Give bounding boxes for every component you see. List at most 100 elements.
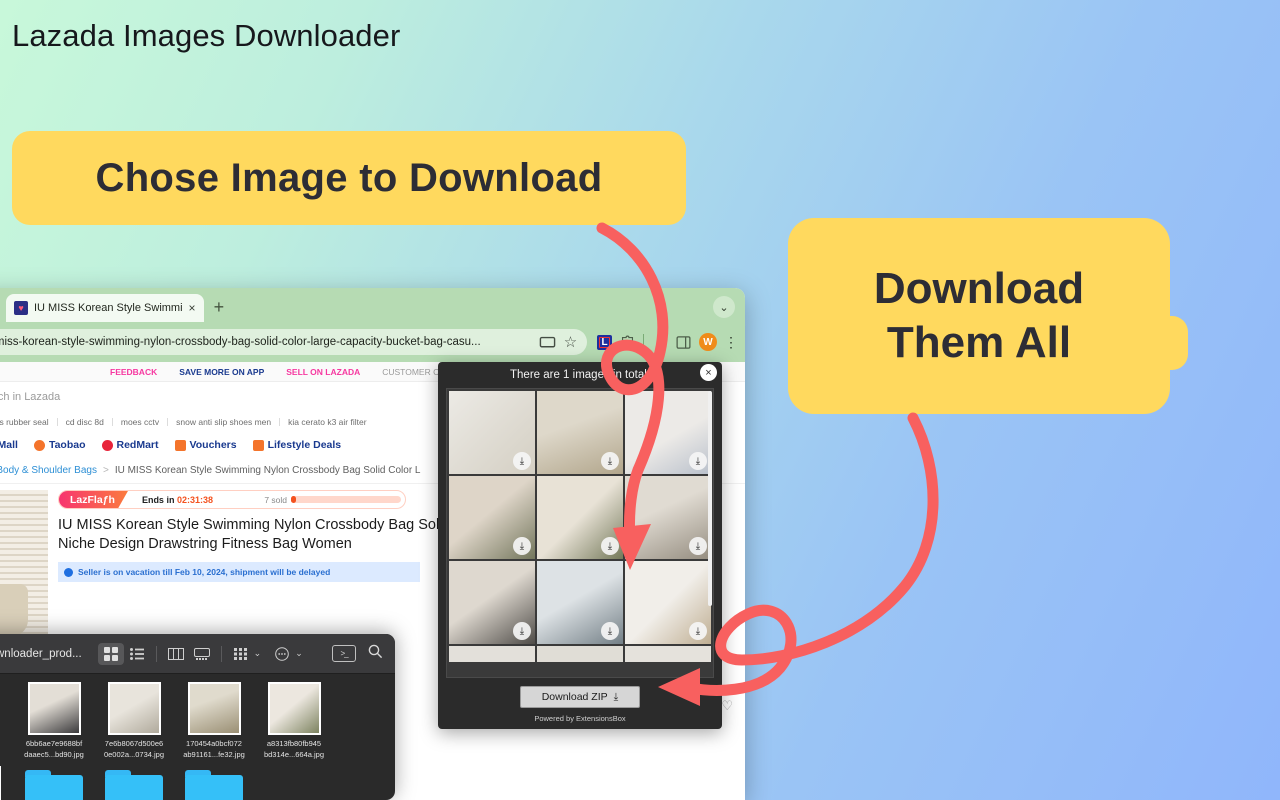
- bookmark-star-icon[interactable]: ☆: [562, 334, 579, 351]
- breadcrumb-separator: >: [102, 465, 109, 476]
- sold-count: 7 sold: [264, 494, 287, 505]
- suggestion-item[interactable]: nos rubber seal: [0, 418, 58, 427]
- file-name-line1: 7e6b8067d500e6: [104, 739, 164, 748]
- tab-close-icon[interactable]: ×: [189, 301, 196, 315]
- finder-file-item[interactable]: 170454a0bcf072 ab91161...fe32.jpg: [174, 682, 254, 760]
- finder-file-item[interactable]: 6bb6ae7e9688bf daaec5...bd90.jpg: [14, 682, 94, 760]
- topnav-save-more-on-app[interactable]: SAVE MORE ON APP: [179, 367, 264, 377]
- countdown-label: Ends in: [141, 494, 175, 505]
- group-by-chevron-icon[interactable]: ⌄: [254, 648, 262, 659]
- suggestion-item[interactable]: snow anti slip shoes men: [168, 418, 281, 427]
- redmart-icon: [101, 439, 113, 451]
- thumb-download-icon[interactable]: ⤓: [601, 452, 619, 470]
- search-icon[interactable]: [368, 644, 383, 664]
- thumb-download-icon[interactable]: ⤓: [689, 622, 707, 640]
- popup-image-cell[interactable]: [537, 646, 623, 662]
- popup-image-cell[interactable]: ⤓: [537, 561, 623, 644]
- file-name-line1: a8313fb80fb945: [266, 739, 322, 748]
- popup-image-grid: ⤓ ⤓ ⤓ ⤓ ⤓ ⤓ ⤓ ⤓ ⤓: [447, 389, 713, 664]
- finder-file-item[interactable]: [0, 766, 14, 800]
- puzzle-icon[interactable]: [619, 334, 636, 351]
- lazada-downloader-extension-icon[interactable]: L: [597, 334, 612, 350]
- thumb-download-icon[interactable]: ⤓: [513, 622, 531, 640]
- browser-tab-title: IU MISS Korean Style Swimmi: [34, 302, 183, 314]
- download-icon[interactable]: ⤓: [651, 334, 668, 351]
- finder-icon-view-button[interactable]: [97, 642, 124, 665]
- finder-file-item[interactable]: cbf pg: [0, 682, 14, 760]
- popup-image-cell[interactable]: ⤓: [449, 476, 535, 559]
- thumb-download-icon[interactable]: ⤓: [689, 452, 707, 470]
- folder-icon: [25, 766, 83, 800]
- profile-avatar[interactable]: W: [699, 333, 717, 351]
- heart-icon[interactable]: ♡: [721, 698, 733, 714]
- finder-folder-item[interactable]: [94, 766, 174, 800]
- download-zip-button[interactable]: Download ZIP ⤓: [520, 686, 640, 708]
- sold-progress-bar: [291, 496, 401, 503]
- popup-image-cell[interactable]: ⤓: [625, 476, 711, 559]
- finder-list-view-button[interactable]: [124, 643, 150, 665]
- callout-chose-image-text: Chose Image to Download: [95, 155, 603, 200]
- finder-group-by-button[interactable]: [228, 643, 254, 665]
- finder-column-view-button[interactable]: [163, 643, 189, 665]
- suggestion-item[interactable]: cd disc 8d: [58, 418, 113, 427]
- new-tab-button[interactable]: +: [214, 297, 225, 318]
- topnav-sell-on-lazada[interactable]: SELL ON LAZADA: [286, 367, 360, 377]
- file-thumbnail: [107, 682, 161, 735]
- product-main-image[interactable]: [0, 490, 48, 640]
- browser-menu-icon[interactable]: ⋮: [724, 334, 738, 351]
- cast-icon[interactable]: [539, 334, 556, 351]
- finder-file-item[interactable]: a8313fb80fb945 bd314e...664a.jpg: [254, 682, 334, 760]
- address-bar[interactable]: ts/iu-miss-korean-style-swimming-nylon-c…: [0, 329, 587, 355]
- quick-link-lazmall[interactable]: LazMall: [0, 439, 18, 451]
- folder-icon: [105, 766, 163, 800]
- address-bar-url: ts/iu-miss-korean-style-swimming-nylon-c…: [0, 336, 481, 348]
- topnav-feedback[interactable]: FEEDBACK: [110, 367, 157, 377]
- popup-close-button[interactable]: ×: [700, 364, 717, 381]
- popup-image-thumb: [537, 646, 623, 662]
- tab-search-chevron-icon[interactable]: ⌄: [713, 296, 735, 318]
- toolbar-divider: [643, 334, 644, 350]
- thumb-download-icon[interactable]: ⤓: [513, 452, 531, 470]
- suggestion-item[interactable]: kia cerato k3 air filter: [280, 418, 374, 427]
- taobao-icon: [33, 439, 45, 451]
- popup-image-cell[interactable]: ⤓: [537, 391, 623, 474]
- thumb-download-icon[interactable]: ⤓: [513, 537, 531, 555]
- popup-image-cell[interactable]: [449, 646, 535, 662]
- popup-scrollbar[interactable]: [708, 391, 712, 606]
- voucher-icon: [174, 439, 186, 451]
- file-thumbnail: [187, 682, 241, 735]
- popup-image-cell[interactable]: ⤓: [625, 391, 711, 474]
- quick-link-redmart[interactable]: RedMart: [101, 439, 159, 451]
- finder-file-item[interactable]: 7e6b8067d500e6 0e002a...0734.jpg: [94, 682, 174, 760]
- popup-image-cell[interactable]: ⤓: [449, 561, 535, 644]
- terminal-icon[interactable]: >_: [332, 645, 356, 662]
- file-thumbnail: [267, 682, 321, 735]
- popup-image-cell[interactable]: ⤓: [537, 476, 623, 559]
- search-input[interactable]: earch in Lazada: [0, 391, 60, 403]
- powered-by-label: Powered by ExtensionsBox: [534, 714, 626, 723]
- finder-more-options-button[interactable]: [269, 643, 295, 665]
- more-options-chevron-icon[interactable]: ⌄: [295, 648, 303, 659]
- finder-folder-item[interactable]: [174, 766, 254, 800]
- quick-link-taobao[interactable]: Taobao: [33, 439, 86, 451]
- side-panel-icon[interactable]: [675, 334, 692, 351]
- suggestion-item[interactable]: moes cctv: [113, 418, 169, 427]
- thumb-download-icon[interactable]: ⤓: [601, 537, 619, 555]
- breadcrumb-parent[interactable]: oss Body & Shoulder Bags: [0, 465, 97, 476]
- finder-file-row: cbf pg 6bb6ae7e9688bf daaec5...bd90.jpg …: [0, 682, 395, 760]
- file-thumbnail: [0, 766, 1, 800]
- finder-folder-item[interactable]: [14, 766, 94, 800]
- folder-icon: [185, 766, 243, 800]
- thumb-download-icon[interactable]: ⤓: [601, 622, 619, 640]
- browser-tab-active[interactable]: ♥ IU MISS Korean Style Swimmi ×: [6, 294, 204, 322]
- finder-gallery-view-button[interactable]: [189, 643, 215, 665]
- popup-image-cell[interactable]: ⤓: [625, 561, 711, 644]
- popup-image-cell[interactable]: ⤓: [449, 391, 535, 474]
- seller-vacation-notice: Seller is on vacation till Feb 10, 2024,…: [58, 562, 420, 583]
- quick-link-vouchers[interactable]: Vouchers: [174, 439, 237, 451]
- thumb-download-icon[interactable]: ⤓: [689, 537, 707, 555]
- breadcrumb-current: IU MISS Korean Style Swimming Nylon Cros…: [114, 465, 421, 476]
- quick-link-lifestyle-deals[interactable]: Lifestyle Deals: [252, 439, 342, 451]
- lifestyle-deals-label: Lifestyle Deals: [267, 439, 342, 451]
- popup-image-cell[interactable]: [625, 646, 711, 662]
